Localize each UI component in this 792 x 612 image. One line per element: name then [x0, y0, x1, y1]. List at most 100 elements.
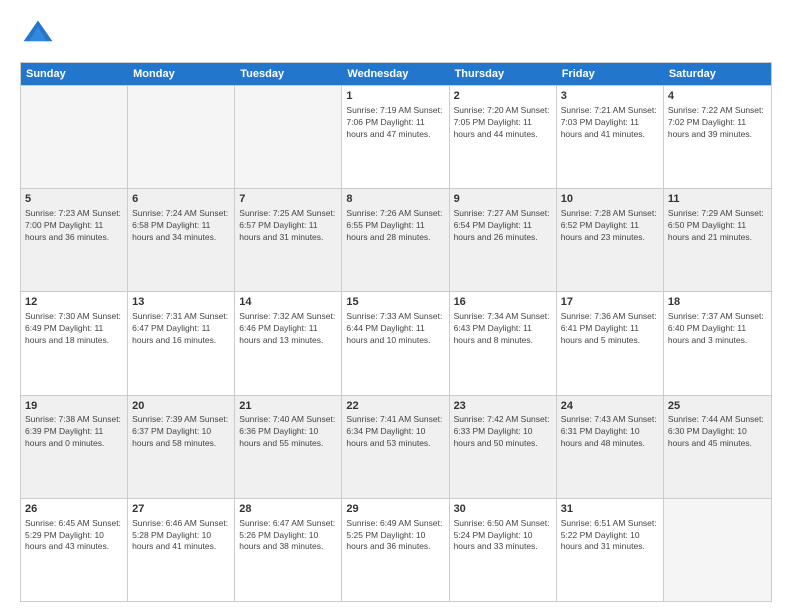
- cell-info: Sunrise: 7:19 AM Sunset: 7:06 PM Dayligh…: [346, 105, 444, 141]
- header-day-tuesday: Tuesday: [235, 63, 342, 85]
- header-day-thursday: Thursday: [450, 63, 557, 85]
- day-cell-16: 16Sunrise: 7:34 AM Sunset: 6:43 PM Dayli…: [450, 292, 557, 394]
- cell-info: Sunrise: 7:28 AM Sunset: 6:52 PM Dayligh…: [561, 208, 659, 244]
- cell-info: Sunrise: 7:21 AM Sunset: 7:03 PM Dayligh…: [561, 105, 659, 141]
- page: SundayMondayTuesdayWednesdayThursdayFrid…: [0, 0, 792, 612]
- cell-info: Sunrise: 7:42 AM Sunset: 6:33 PM Dayligh…: [454, 414, 552, 450]
- day-cell-28: 28Sunrise: 6:47 AM Sunset: 5:26 PM Dayli…: [235, 499, 342, 601]
- header-day-wednesday: Wednesday: [342, 63, 449, 85]
- day-number: 7: [239, 192, 337, 207]
- day-number: 8: [346, 192, 444, 207]
- day-number: 27: [132, 502, 230, 517]
- calendar: SundayMondayTuesdayWednesdayThursdayFrid…: [20, 62, 772, 602]
- day-cell-29: 29Sunrise: 6:49 AM Sunset: 5:25 PM Dayli…: [342, 499, 449, 601]
- day-cell-22: 22Sunrise: 7:41 AM Sunset: 6:34 PM Dayli…: [342, 396, 449, 498]
- calendar-row-4: 26Sunrise: 6:45 AM Sunset: 5:29 PM Dayli…: [21, 498, 771, 601]
- day-cell-15: 15Sunrise: 7:33 AM Sunset: 6:44 PM Dayli…: [342, 292, 449, 394]
- cell-info: Sunrise: 6:51 AM Sunset: 5:22 PM Dayligh…: [561, 518, 659, 554]
- day-cell-31: 31Sunrise: 6:51 AM Sunset: 5:22 PM Dayli…: [557, 499, 664, 601]
- day-number: 17: [561, 295, 659, 310]
- day-cell-30: 30Sunrise: 6:50 AM Sunset: 5:24 PM Dayli…: [450, 499, 557, 601]
- cell-info: Sunrise: 7:34 AM Sunset: 6:43 PM Dayligh…: [454, 311, 552, 347]
- day-cell-20: 20Sunrise: 7:39 AM Sunset: 6:37 PM Dayli…: [128, 396, 235, 498]
- cell-info: Sunrise: 7:31 AM Sunset: 6:47 PM Dayligh…: [132, 311, 230, 347]
- day-cell-4: 4Sunrise: 7:22 AM Sunset: 7:02 PM Daylig…: [664, 86, 771, 188]
- logo-icon: [20, 16, 56, 52]
- day-cell-10: 10Sunrise: 7:28 AM Sunset: 6:52 PM Dayli…: [557, 189, 664, 291]
- day-cell-26: 26Sunrise: 6:45 AM Sunset: 5:29 PM Dayli…: [21, 499, 128, 601]
- day-cell-5: 5Sunrise: 7:23 AM Sunset: 7:00 PM Daylig…: [21, 189, 128, 291]
- day-cell-7: 7Sunrise: 7:25 AM Sunset: 6:57 PM Daylig…: [235, 189, 342, 291]
- empty-cell-0-0: [21, 86, 128, 188]
- cell-info: Sunrise: 7:20 AM Sunset: 7:05 PM Dayligh…: [454, 105, 552, 141]
- calendar-header: SundayMondayTuesdayWednesdayThursdayFrid…: [21, 63, 771, 85]
- day-number: 6: [132, 192, 230, 207]
- cell-info: Sunrise: 6:49 AM Sunset: 5:25 PM Dayligh…: [346, 518, 444, 554]
- calendar-row-0: 1Sunrise: 7:19 AM Sunset: 7:06 PM Daylig…: [21, 85, 771, 188]
- day-cell-2: 2Sunrise: 7:20 AM Sunset: 7:05 PM Daylig…: [450, 86, 557, 188]
- day-number: 16: [454, 295, 552, 310]
- day-number: 26: [25, 502, 123, 517]
- header-day-friday: Friday: [557, 63, 664, 85]
- day-cell-25: 25Sunrise: 7:44 AM Sunset: 6:30 PM Dayli…: [664, 396, 771, 498]
- day-cell-19: 19Sunrise: 7:38 AM Sunset: 6:39 PM Dayli…: [21, 396, 128, 498]
- day-number: 13: [132, 295, 230, 310]
- cell-info: Sunrise: 6:46 AM Sunset: 5:28 PM Dayligh…: [132, 518, 230, 554]
- empty-cell-4-6: [664, 499, 771, 601]
- day-number: 5: [25, 192, 123, 207]
- empty-cell-0-1: [128, 86, 235, 188]
- day-number: 3: [561, 89, 659, 104]
- header-day-sunday: Sunday: [21, 63, 128, 85]
- day-cell-1: 1Sunrise: 7:19 AM Sunset: 7:06 PM Daylig…: [342, 86, 449, 188]
- calendar-row-2: 12Sunrise: 7:30 AM Sunset: 6:49 PM Dayli…: [21, 291, 771, 394]
- day-cell-9: 9Sunrise: 7:27 AM Sunset: 6:54 PM Daylig…: [450, 189, 557, 291]
- day-cell-14: 14Sunrise: 7:32 AM Sunset: 6:46 PM Dayli…: [235, 292, 342, 394]
- cell-info: Sunrise: 7:38 AM Sunset: 6:39 PM Dayligh…: [25, 414, 123, 450]
- calendar-row-1: 5Sunrise: 7:23 AM Sunset: 7:00 PM Daylig…: [21, 188, 771, 291]
- cell-info: Sunrise: 7:30 AM Sunset: 6:49 PM Dayligh…: [25, 311, 123, 347]
- cell-info: Sunrise: 7:40 AM Sunset: 6:36 PM Dayligh…: [239, 414, 337, 450]
- day-number: 29: [346, 502, 444, 517]
- day-number: 24: [561, 399, 659, 414]
- day-cell-17: 17Sunrise: 7:36 AM Sunset: 6:41 PM Dayli…: [557, 292, 664, 394]
- day-number: 21: [239, 399, 337, 414]
- day-number: 14: [239, 295, 337, 310]
- cell-info: Sunrise: 7:29 AM Sunset: 6:50 PM Dayligh…: [668, 208, 767, 244]
- day-cell-3: 3Sunrise: 7:21 AM Sunset: 7:03 PM Daylig…: [557, 86, 664, 188]
- day-number: 30: [454, 502, 552, 517]
- day-number: 31: [561, 502, 659, 517]
- logo: [20, 16, 60, 52]
- day-cell-8: 8Sunrise: 7:26 AM Sunset: 6:55 PM Daylig…: [342, 189, 449, 291]
- cell-info: Sunrise: 7:41 AM Sunset: 6:34 PM Dayligh…: [346, 414, 444, 450]
- header-day-saturday: Saturday: [664, 63, 771, 85]
- day-cell-11: 11Sunrise: 7:29 AM Sunset: 6:50 PM Dayli…: [664, 189, 771, 291]
- day-number: 19: [25, 399, 123, 414]
- cell-info: Sunrise: 7:25 AM Sunset: 6:57 PM Dayligh…: [239, 208, 337, 244]
- day-cell-12: 12Sunrise: 7:30 AM Sunset: 6:49 PM Dayli…: [21, 292, 128, 394]
- day-number: 2: [454, 89, 552, 104]
- cell-info: Sunrise: 7:39 AM Sunset: 6:37 PM Dayligh…: [132, 414, 230, 450]
- cell-info: Sunrise: 7:27 AM Sunset: 6:54 PM Dayligh…: [454, 208, 552, 244]
- day-number: 10: [561, 192, 659, 207]
- header-day-monday: Monday: [128, 63, 235, 85]
- day-number: 9: [454, 192, 552, 207]
- day-cell-23: 23Sunrise: 7:42 AM Sunset: 6:33 PM Dayli…: [450, 396, 557, 498]
- cell-info: Sunrise: 7:43 AM Sunset: 6:31 PM Dayligh…: [561, 414, 659, 450]
- day-number: 18: [668, 295, 767, 310]
- day-number: 23: [454, 399, 552, 414]
- calendar-row-3: 19Sunrise: 7:38 AM Sunset: 6:39 PM Dayli…: [21, 395, 771, 498]
- header: [20, 16, 772, 52]
- day-number: 22: [346, 399, 444, 414]
- day-cell-6: 6Sunrise: 7:24 AM Sunset: 6:58 PM Daylig…: [128, 189, 235, 291]
- cell-info: Sunrise: 7:22 AM Sunset: 7:02 PM Dayligh…: [668, 105, 767, 141]
- day-number: 15: [346, 295, 444, 310]
- cell-info: Sunrise: 7:23 AM Sunset: 7:00 PM Dayligh…: [25, 208, 123, 244]
- cell-info: Sunrise: 6:45 AM Sunset: 5:29 PM Dayligh…: [25, 518, 123, 554]
- day-number: 20: [132, 399, 230, 414]
- cell-info: Sunrise: 7:33 AM Sunset: 6:44 PM Dayligh…: [346, 311, 444, 347]
- day-cell-13: 13Sunrise: 7:31 AM Sunset: 6:47 PM Dayli…: [128, 292, 235, 394]
- cell-info: Sunrise: 6:50 AM Sunset: 5:24 PM Dayligh…: [454, 518, 552, 554]
- cell-info: Sunrise: 7:37 AM Sunset: 6:40 PM Dayligh…: [668, 311, 767, 347]
- day-cell-21: 21Sunrise: 7:40 AM Sunset: 6:36 PM Dayli…: [235, 396, 342, 498]
- day-number: 4: [668, 89, 767, 104]
